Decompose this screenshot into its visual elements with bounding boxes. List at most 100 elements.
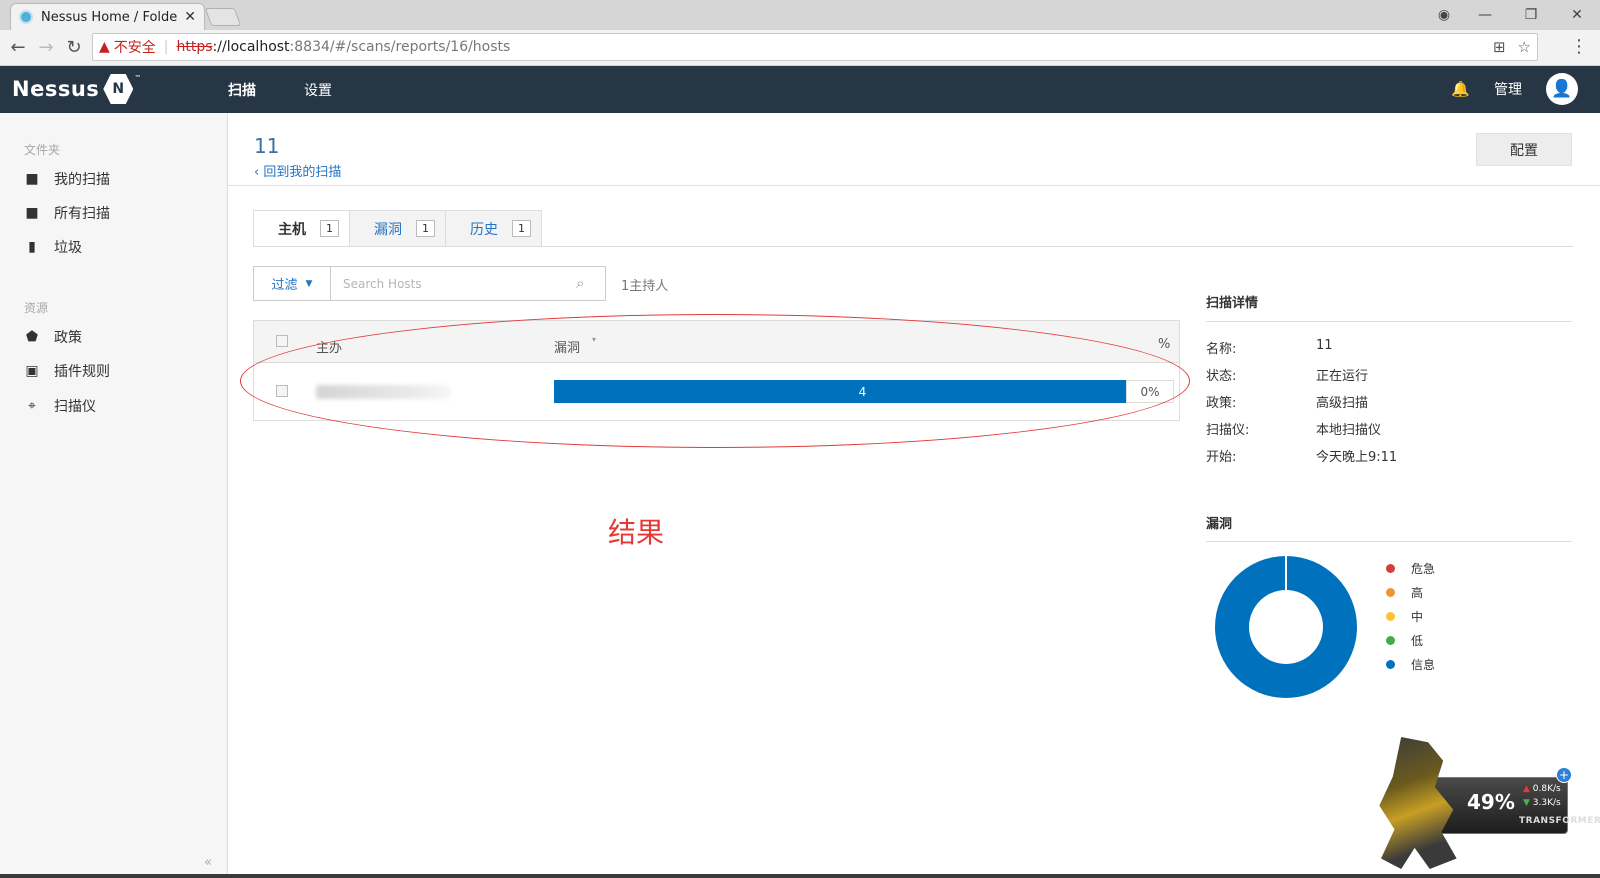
new-tab-button[interactable]: [204, 8, 242, 26]
donut-hole: [1249, 590, 1323, 664]
window-controls: ◉ — ❐ ✕: [1426, 0, 1600, 30]
search-hosts-input[interactable]: [330, 266, 606, 301]
cpu-usage: 49%: [1467, 790, 1515, 814]
sidebar-item-scanners[interactable]: ⌖ 扫描仪: [24, 396, 96, 416]
sidebar-item-label: 政策: [54, 330, 82, 346]
upload-speed: ▲ 0.8K/s: [1523, 784, 1561, 794]
sidebar-item-my-scans[interactable]: ■ 我的扫描: [24, 169, 110, 189]
browser-tab[interactable]: Nessus Home / Folders ✕: [10, 3, 205, 30]
sidebar-item-label: 垃圾: [54, 240, 82, 256]
tab-vulnerabilities[interactable]: 漏洞 1: [349, 210, 446, 247]
nav-settings[interactable]: 设置: [304, 80, 332, 100]
sidebar: 文件夹 ■ 我的扫描 ■ 所有扫描 ▮ 垃圾 资源 ⬟ 政策 ▣ 插件规则 ⌖ …: [0, 113, 228, 878]
column-header-vulnerabilities[interactable]: 漏洞: [554, 337, 580, 356]
host-count-label: 1主持人: [621, 279, 669, 294]
warning-icon: ▲: [99, 39, 110, 55]
folder-icon: ■: [25, 205, 39, 221]
legend-critical: 危急: [1386, 560, 1435, 577]
sidebar-item-all-scans[interactable]: ■ 所有扫描: [24, 203, 110, 223]
download-arrow-icon: ▼: [1523, 798, 1530, 808]
detail-status-label: 状态:: [1206, 369, 1237, 384]
forward-arrow-icon[interactable]: →: [32, 37, 60, 58]
table-row[interactable]: 4 0%: [254, 363, 1179, 421]
insecure-label: 不安全: [113, 40, 156, 56]
sidebar-item-policies[interactable]: ⬟ 政策: [24, 327, 82, 347]
detail-policy-value: 高级扫描: [1316, 396, 1369, 411]
vulnerability-bar[interactable]: 4: [554, 380, 1171, 403]
plugin-icon: ▣: [25, 363, 39, 379]
column-header-host[interactable]: 主办: [316, 337, 342, 356]
robot-mascot-icon: [1379, 737, 1457, 869]
folders-heading: 文件夹: [24, 143, 61, 157]
download-speed: ▼ 3.3K/s: [1523, 798, 1561, 808]
hosts-table: 主办 漏洞 ▾ % 4 0%: [253, 320, 1180, 421]
address-bar[interactable]: ▲ 不安全 | https ://localhost :8834/#/scans…: [92, 33, 1538, 61]
tab-label: 主机: [278, 221, 306, 238]
nessus-favicon-icon: [19, 10, 33, 24]
legend-dot-critical: [1386, 564, 1395, 573]
filter-label: 过滤: [271, 278, 298, 293]
collapse-sidebar-icon[interactable]: «: [204, 855, 212, 870]
logo-text: Nessus: [12, 77, 100, 101]
system-monitor-widget[interactable]: 49% ▲ 0.8K/s ▼ 3.3K/s TRANSFORMERS +: [1376, 737, 1600, 869]
vulnerabilities-heading: 漏洞: [1206, 517, 1233, 532]
detail-status-value: 正在运行: [1316, 369, 1369, 384]
trash-icon: ▮: [28, 239, 36, 255]
detail-start-value: 今天晚上9:11: [1316, 450, 1398, 465]
omnibox-separator: |: [163, 39, 169, 55]
header-right: 🔔 管理 👤: [1451, 73, 1578, 105]
result-annotation: 结果: [608, 516, 665, 549]
close-window-icon[interactable]: ✕: [1554, 7, 1600, 23]
caret-down-icon: ▼: [305, 278, 313, 289]
legend-medium: 中: [1386, 608, 1423, 625]
filter-button[interactable]: 过滤 ▼: [253, 266, 331, 301]
sidebar-item-plugin-rules[interactable]: ▣ 插件规则: [24, 361, 110, 381]
sidebar-item-label: 我的扫描: [54, 172, 110, 188]
taskbar-edge: [0, 874, 1600, 878]
row-checkbox[interactable]: [276, 385, 288, 397]
close-tab-icon[interactable]: ✕: [184, 9, 196, 25]
search-icon[interactable]: ⌕: [576, 274, 584, 292]
back-arrow-icon[interactable]: ←: [4, 37, 32, 58]
restore-icon[interactable]: ❐: [1508, 7, 1554, 23]
widget-plus-icon[interactable]: +: [1556, 767, 1572, 783]
user-avatar-icon[interactable]: 👤: [1546, 73, 1578, 105]
top-nav: 扫描 设置: [228, 66, 332, 113]
back-to-my-scans-link[interactable]: ‹ 回到我的扫描: [254, 161, 341, 180]
admin-user-label[interactable]: 管理: [1494, 79, 1522, 99]
url-scheme: https: [176, 39, 213, 55]
minimize-icon[interactable]: —: [1462, 7, 1508, 23]
tab-hosts[interactable]: 主机 1: [253, 210, 350, 247]
bookmark-star-icon[interactable]: ☆: [1518, 38, 1531, 56]
legend-label: 低: [1411, 634, 1424, 648]
reload-icon[interactable]: ↻: [60, 37, 88, 58]
profile-icon[interactable]: ◉: [1426, 7, 1462, 23]
scan-details-divider: [1206, 321, 1572, 322]
tab-history[interactable]: 历史 1: [445, 210, 542, 247]
sidebar-item-label: 所有扫描: [54, 206, 110, 222]
nav-scans[interactable]: 扫描: [228, 80, 256, 100]
browser-menu-icon[interactable]: ⋮: [1570, 36, 1588, 57]
browser-toolbar: ← → ↻ ▲ 不安全 | https ://localhost :8834/#…: [0, 30, 1600, 66]
widget-brand: TRANSFORMERS: [1519, 816, 1600, 826]
translate-icon[interactable]: ⊞: [1493, 38, 1506, 56]
nessus-logo[interactable]: Nessus N ™: [12, 74, 141, 104]
sidebar-item-label: 插件规则: [54, 364, 110, 380]
select-all-checkbox[interactable]: [276, 335, 288, 347]
vulnerability-donut-chart[interactable]: [1215, 556, 1357, 698]
logo-trademark: ™: [134, 74, 142, 82]
sidebar-item-trash[interactable]: ▮ 垃圾: [24, 237, 82, 257]
legend-low: 低: [1386, 632, 1423, 649]
vulnerability-count: 4: [858, 384, 867, 399]
host-name-redacted: [316, 385, 451, 399]
detail-name-value: 11: [1316, 338, 1333, 353]
bell-icon[interactable]: 🔔: [1451, 80, 1470, 98]
browser-tabstrip: Nessus Home / Folders ✕ ◉ — ❐ ✕: [0, 0, 1600, 30]
app-header: Nessus N ™ 扫描 设置 🔔 管理 👤: [0, 66, 1600, 113]
donut-gap: [1285, 556, 1287, 590]
detail-name-label: 名称:: [1206, 342, 1237, 357]
scan-details-heading: 扫描详情: [1206, 296, 1259, 311]
configure-button[interactable]: 配置: [1476, 133, 1572, 166]
tab-label: 漏洞: [374, 221, 402, 238]
url-path: :8834/#/scans/reports/16/hosts: [289, 39, 511, 55]
